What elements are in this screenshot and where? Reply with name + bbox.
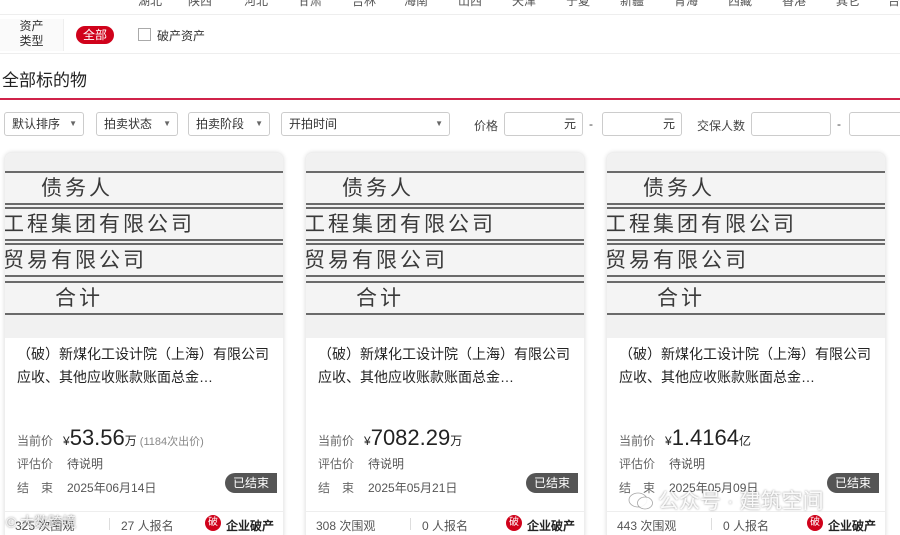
auction-stage-select[interactable]: 拍卖阶段 ▼ xyxy=(188,112,270,136)
evaluation-price: 评估价 待说明 xyxy=(318,457,405,471)
status-badge: 已结束 xyxy=(224,473,277,493)
region-gansu[interactable]: 甘肃 xyxy=(298,0,322,9)
end-date: 结 束 2025年05月21日 xyxy=(318,481,458,495)
region-xizang[interactable]: 西藏 xyxy=(728,0,752,9)
auction-thumbnail[interactable]: 债务人 工程集团有限公司 贸易有限公司 合计 xyxy=(5,153,283,338)
evaluation-price: 评估价 待说明 xyxy=(17,457,104,471)
wechat-icon xyxy=(628,492,653,510)
watermark-left: © 大数跨境 xyxy=(6,514,77,530)
stats-divider xyxy=(410,518,411,530)
evaluation-price: 评估价 待说明 xyxy=(619,457,706,471)
sort-select[interactable]: 默认排序 ▼ xyxy=(4,112,84,136)
status-badge: 已结束 xyxy=(525,473,578,493)
region-ningxia[interactable]: 宁夏 xyxy=(566,0,590,9)
bankrupt-badge-icon: 破 xyxy=(506,515,522,531)
price-range-dash: - xyxy=(589,117,593,131)
chevron-down-icon: ▼ xyxy=(255,119,263,128)
current-price: 当前价 ¥7082.29万 xyxy=(318,425,463,450)
asset-type-filter: 资产 类型 全部 破产资产 xyxy=(0,14,900,54)
chevron-down-icon: ▼ xyxy=(69,119,77,128)
section-title: 全部标的物 xyxy=(2,71,87,90)
card-stats: 308 次围观 0 人报名 破 企业破产 xyxy=(306,511,584,535)
auction-card[interactable]: 债务人 工程集团有限公司 贸易有限公司 合计 （破）新煤化工设计院（上海）有限公… xyxy=(305,152,585,535)
auction-title[interactable]: （破）新煤化工设计院（上海）有限公司应收、其他应收账款账面总金… xyxy=(17,343,275,389)
bankrupt-badge-icon: 破 xyxy=(807,515,823,531)
auction-thumbnail[interactable]: 债务人 工程集团有限公司 贸易有限公司 合计 xyxy=(607,153,885,338)
deposit-range-dash: - xyxy=(837,117,841,131)
status-badge: 已结束 xyxy=(826,473,879,493)
start-time-select[interactable]: 开拍时间 ▼ xyxy=(281,112,450,136)
category-badge: 企业破产 xyxy=(828,519,877,533)
title-divider xyxy=(0,98,900,100)
asset-type-label: 资产 类型 xyxy=(0,19,64,51)
end-date: 结 束 2025年06月14日 xyxy=(17,481,157,495)
auction-card[interactable]: 债务人 工程集团有限公司 贸易有限公司 合计 （破）新煤化工设计院（上海）有限公… xyxy=(606,152,886,535)
region-shaanxi[interactable]: 陕西 xyxy=(188,0,212,9)
deposit-min-input[interactable] xyxy=(751,112,831,136)
auction-status-select[interactable]: 拍卖状态 ▼ xyxy=(96,112,178,136)
region-xinjiang[interactable]: 新疆 xyxy=(620,0,644,9)
watermark-right: 公众号 · 建筑空间 xyxy=(628,485,824,515)
chevron-down-icon: ▼ xyxy=(163,119,171,128)
bankrupt-badge-icon: 破 xyxy=(205,515,221,531)
signup-count: 0 人报名 xyxy=(422,519,469,533)
auction-title[interactable]: （破）新煤化工设计院（上海）有限公司应收、其他应收账款账面总金… xyxy=(619,343,877,389)
bankrupt-checkbox[interactable] xyxy=(138,28,151,41)
region-hubei[interactable]: 湖北 xyxy=(138,0,162,9)
bankrupt-checkbox-label[interactable]: 破产资产 xyxy=(157,27,205,44)
price-min-input[interactable]: 元 xyxy=(504,112,583,136)
deposit-max-input[interactable] xyxy=(849,112,900,136)
region-shanxi[interactable]: 山西 xyxy=(458,0,482,9)
auction-thumbnail[interactable]: 债务人 工程集团有限公司 贸易有限公司 合计 xyxy=(306,153,584,338)
category-badge: 企业破产 xyxy=(527,519,576,533)
current-price: 当前价 ¥53.56万 (1184次出价) xyxy=(17,425,204,450)
region-taiwan[interactable]: 台 xyxy=(888,0,900,9)
asset-type-all-pill[interactable]: 全部 xyxy=(76,26,115,44)
region-hebei[interactable]: 河北 xyxy=(244,0,268,9)
stats-divider xyxy=(711,518,712,530)
region-jilin[interactable]: 吉林 xyxy=(352,0,376,9)
chevron-down-icon: ▼ xyxy=(435,119,443,128)
region-tianjin[interactable]: 天津 xyxy=(512,0,536,9)
stats-divider xyxy=(109,518,110,530)
view-count: 308 次围观 xyxy=(316,519,376,533)
auction-title[interactable]: （破）新煤化工设计院（上海）有限公司应收、其他应收账款账面总金… xyxy=(318,343,576,389)
bid-count: (1184次出价) xyxy=(139,436,204,448)
region-filter-row: 湖北 陕西 河北 甘肃 吉林 海南 山西 天津 宁夏 新疆 青海 西藏 香港 其… xyxy=(0,0,900,8)
view-count: 443 次围观 xyxy=(617,519,677,533)
region-hainan[interactable]: 海南 xyxy=(404,0,428,9)
category-badge: 企业破产 xyxy=(226,519,275,533)
price-max-input[interactable]: 元 xyxy=(602,112,682,136)
region-qinghai[interactable]: 青海 xyxy=(674,0,698,9)
current-price: 当前价 ¥1.4164亿 xyxy=(619,425,752,450)
signup-count: 27 人报名 xyxy=(121,519,174,533)
deposit-count-label: 交保人数 xyxy=(697,119,746,133)
region-other[interactable]: 其它 xyxy=(836,0,860,9)
signup-count: 0 人报名 xyxy=(723,519,770,533)
region-hongkong[interactable]: 香港 xyxy=(782,0,806,9)
filter-bar: 默认排序 ▼ 拍卖状态 ▼ 拍卖阶段 ▼ 开拍时间 ▼ 价格 元 - 元 交保人数 - xyxy=(0,112,900,136)
price-label: 价格 xyxy=(474,119,499,133)
auction-card[interactable]: 债务人 工程集团有限公司 贸易有限公司 合计 （破）新煤化工设计院（上海）有限公… xyxy=(4,152,284,535)
